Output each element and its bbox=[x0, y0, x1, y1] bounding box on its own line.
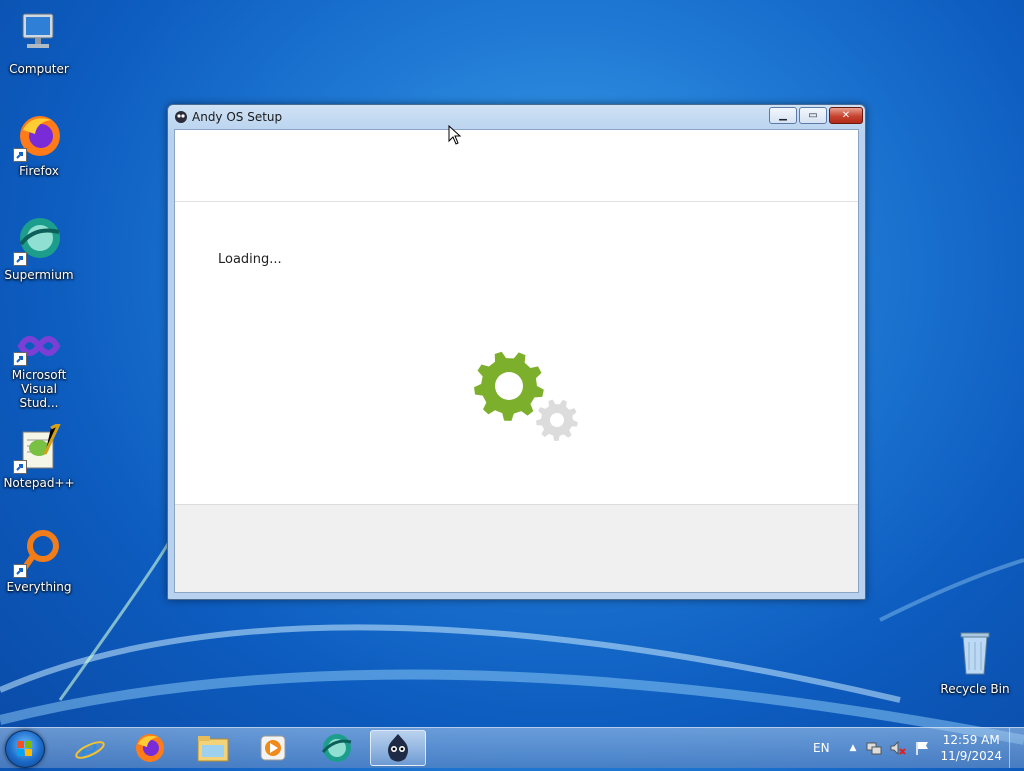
shortcut-arrow-icon bbox=[13, 252, 27, 266]
show-hidden-icons-icon[interactable]: ▲ bbox=[850, 743, 857, 753]
desktop-icon-everything[interactable]: Everything bbox=[1, 528, 77, 594]
close-icon: ✕ bbox=[841, 110, 851, 121]
desktop-icon-label: Supermium bbox=[4, 268, 74, 282]
desktop-icon-notepadpp[interactable]: Notepad++ bbox=[1, 420, 77, 490]
taskbar-supermium[interactable] bbox=[309, 730, 365, 766]
clock-date: 11/9/2024 bbox=[940, 749, 1002, 763]
desktop-icon-label: Computer bbox=[9, 62, 69, 76]
taskbar-file-explorer[interactable] bbox=[185, 730, 241, 766]
supermium-icon bbox=[321, 734, 352, 762]
system-tray: EN ▲ 12:59 AM 11/9/2024 bbox=[813, 728, 1024, 768]
language-indicator[interactable]: EN bbox=[813, 741, 830, 755]
visual-studio-icon bbox=[13, 328, 63, 366]
app-icon bbox=[174, 110, 188, 124]
clock[interactable]: 12:59 AM 11/9/2024 bbox=[940, 732, 1002, 764]
file-explorer-icon bbox=[197, 736, 229, 762]
everything-icon bbox=[13, 528, 63, 578]
window-titlebar[interactable]: Andy OS Setup ▁ ▭ ✕ bbox=[168, 105, 865, 129]
window-content: Loading... bbox=[174, 129, 859, 593]
volume-muted-icon[interactable] bbox=[890, 740, 907, 756]
small-gear-icon bbox=[536, 399, 578, 441]
maximize-button[interactable]: ▭ bbox=[799, 107, 827, 124]
shortcut-arrow-icon bbox=[13, 148, 27, 162]
computer-icon bbox=[15, 10, 63, 58]
large-gear-icon bbox=[474, 351, 544, 421]
shortcut-arrow-icon bbox=[13, 352, 27, 366]
notepadpp-icon bbox=[13, 420, 63, 474]
supermium-icon bbox=[13, 216, 63, 266]
taskbar-internet-explorer[interactable]: e bbox=[62, 730, 118, 766]
desktop-icon-label: Everything bbox=[6, 580, 72, 594]
desktop-icon-firefox[interactable]: Firefox bbox=[1, 112, 77, 178]
setup-footer bbox=[175, 504, 858, 592]
desktop-icon-label: Firefox bbox=[19, 164, 59, 178]
media-player-icon bbox=[260, 735, 286, 761]
clock-time: 12:59 AM bbox=[942, 733, 1000, 747]
desktop-icon-supermium[interactable]: Supermium bbox=[1, 216, 77, 282]
firefox-icon bbox=[13, 112, 63, 162]
start-button[interactable] bbox=[5, 730, 45, 768]
desktop-icon-recycle-bin[interactable]: Recycle Bin bbox=[937, 630, 1013, 696]
mouse-cursor-icon bbox=[448, 125, 462, 145]
shortcut-arrow-icon bbox=[13, 564, 27, 578]
desktop-icon-label: Recycle Bin bbox=[940, 682, 1010, 696]
window-title: Andy OS Setup bbox=[192, 110, 283, 124]
close-button[interactable]: ✕ bbox=[829, 107, 863, 124]
recycle-bin-icon bbox=[951, 630, 999, 678]
taskbar-andy-os-setup[interactable] bbox=[370, 730, 426, 766]
minimize-button[interactable]: ▁ bbox=[769, 107, 797, 124]
desktop-icon-label: Microsoft Visual Stud... bbox=[11, 368, 67, 410]
desktop-icon-label: Notepad++ bbox=[3, 476, 75, 490]
firefox-icon bbox=[136, 734, 164, 762]
shortcut-arrow-icon bbox=[13, 460, 27, 474]
network-icon[interactable] bbox=[866, 740, 882, 756]
action-center-flag-icon[interactable] bbox=[914, 740, 930, 756]
maximize-icon: ▭ bbox=[808, 110, 818, 121]
taskbar-firefox[interactable] bbox=[122, 730, 178, 766]
desktop-icon-computer[interactable]: Computer bbox=[1, 10, 77, 76]
taskbar-media-player[interactable] bbox=[245, 730, 301, 766]
desktop-icon-visual-studio[interactable]: Microsoft Visual Stud... bbox=[1, 328, 77, 410]
internet-explorer-icon: e bbox=[75, 732, 105, 764]
minimize-icon: ▁ bbox=[779, 110, 787, 121]
andy-os-icon bbox=[388, 734, 408, 762]
setup-window[interactable]: Andy OS Setup ▁ ▭ ✕ Loading... bbox=[167, 104, 866, 600]
gears-loading-icon bbox=[474, 351, 578, 441]
loading-status: Loading... bbox=[218, 252, 282, 267]
taskbar: e EN ▲ 12:59 AM 11/9/2024 bbox=[0, 727, 1024, 768]
windows-logo-icon bbox=[17, 741, 32, 756]
show-desktop-button[interactable] bbox=[1009, 728, 1024, 768]
setup-header bbox=[175, 130, 858, 202]
